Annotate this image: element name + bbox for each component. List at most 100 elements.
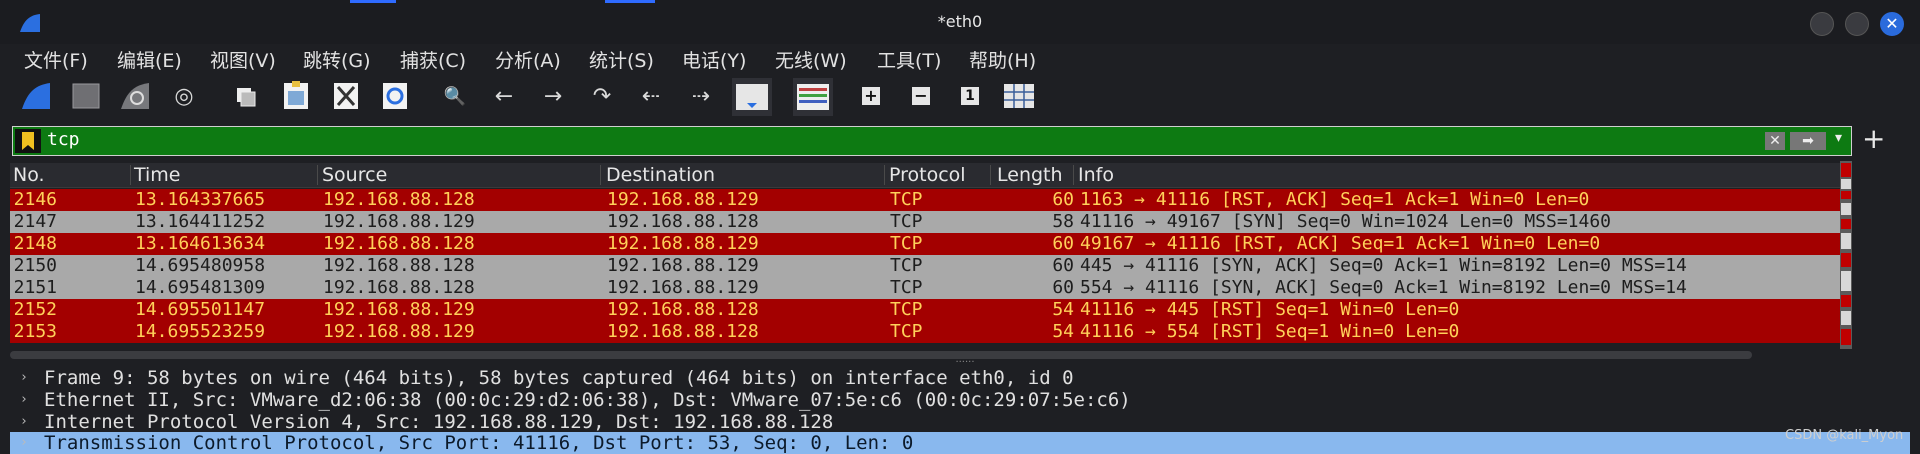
packet-list-horizontal-scrollbar[interactable]: [10, 351, 1752, 359]
detail-frame: Frame 9: 58 bytes on wire (464 bits), 58…: [44, 367, 1074, 389]
reload-file-icon[interactable]: [377, 78, 413, 114]
display-filter-bar: tcp ✕ ➡ ▾: [12, 126, 1852, 156]
minimize-button[interactable]: [1810, 12, 1834, 36]
column-separator[interactable]: [1073, 165, 1074, 185]
packet-row[interactable]: 2153 14.695523259 192.168.88.129 192.168…: [10, 321, 1840, 343]
clear-filter-icon[interactable]: ✕: [1765, 132, 1785, 150]
detail-ipv4: Internet Protocol Version 4, Src: 192.16…: [44, 411, 834, 433]
expand-arrow-icon[interactable]: ›: [20, 411, 28, 433]
expand-arrow-icon[interactable]: ›: [20, 432, 28, 454]
menu-tools[interactable]: 工具(T): [877, 46, 941, 73]
column-header-length[interactable]: Length: [997, 164, 1063, 186]
cell-destination: 192.168.88.128: [607, 321, 759, 342]
menu-capture[interactable]: 捕获(C): [400, 46, 466, 73]
close-button[interactable]: ✕: [1880, 12, 1904, 36]
cell-info: 445 → 41116 [SYN, ACK] Seq=0 Ack=1 Win=8…: [1080, 255, 1687, 276]
title-bar-accent: [350, 0, 396, 3]
packet-row[interactable]: 2152 14.695501147 192.168.88.129 192.168…: [10, 299, 1840, 321]
cell-info: 41116 → 49167 [SYN] Seq=0 Win=1024 Len=0…: [1080, 211, 1612, 232]
packet-row[interactable]: 2147 13.164411252 192.168.88.129 192.168…: [10, 211, 1840, 233]
cell-info: 49167 → 41116 [RST, ACK] Seq=1 Ack=1 Win…: [1080, 233, 1601, 254]
cell-no: 2153: [13, 321, 57, 342]
menu-go[interactable]: 跳转(G): [303, 46, 371, 73]
cell-source: 192.168.88.129: [323, 321, 475, 342]
menu-telephony[interactable]: 电话(Y): [682, 46, 746, 73]
menu-help[interactable]: 帮助(H): [969, 46, 1036, 73]
detail-tcp: Transmission Control Protocol, Src Port:…: [44, 432, 914, 454]
restart-capture-icon[interactable]: [117, 78, 153, 114]
cell-no: 2148: [13, 233, 57, 254]
cell-time: 13.164337665: [135, 189, 266, 210]
cell-protocol: TCP: [890, 189, 923, 210]
bookmark-icon[interactable]: [15, 129, 41, 153]
resize-columns-icon[interactable]: [1001, 78, 1037, 114]
cell-source: 192.168.88.128: [323, 189, 475, 210]
display-filter-input[interactable]: tcp: [47, 129, 80, 150]
stop-capture-icon[interactable]: [68, 78, 104, 114]
column-separator[interactable]: [600, 165, 601, 185]
menu-statistics[interactable]: 统计(S): [589, 46, 654, 73]
menu-edit[interactable]: 编辑(E): [117, 46, 182, 73]
detail-tree-item[interactable]: › Transmission Control Protocol, Src Por…: [10, 432, 1910, 454]
go-back-icon[interactable]: ←: [486, 78, 522, 114]
packet-row[interactable]: 2151 14.695481309 192.168.88.128 192.168…: [10, 277, 1840, 299]
cell-info: 1163 → 41116 [RST, ACK] Seq=1 Ack=1 Win=…: [1080, 189, 1590, 210]
packet-row[interactable]: 2146 13.164337665 192.168.88.128 192.168…: [10, 189, 1840, 211]
apply-filter-icon[interactable]: ➡: [1790, 132, 1826, 150]
cell-source: 192.168.88.128: [323, 277, 475, 298]
menu-analyze[interactable]: 分析(A): [495, 46, 561, 73]
find-packet-icon[interactable]: 🔍: [437, 78, 473, 114]
save-file-icon[interactable]: [278, 78, 314, 114]
add-filter-button-icon[interactable]: +: [1862, 124, 1885, 154]
cell-protocol: TCP: [890, 299, 923, 320]
expand-arrow-icon[interactable]: ›: [20, 367, 28, 389]
menu-file[interactable]: 文件(F): [24, 46, 88, 73]
column-separator[interactable]: [884, 165, 885, 185]
column-header-destination[interactable]: Destination: [606, 164, 715, 186]
detail-tree-item[interactable]: › Internet Protocol Version 4, Src: 192.…: [10, 411, 1910, 433]
detail-tree-item[interactable]: › Ethernet II, Src: VMware_d2:06:38 (00:…: [10, 389, 1910, 411]
cell-time: 13.164411252: [135, 211, 266, 232]
capture-options-icon[interactable]: ◎: [166, 78, 202, 114]
packet-row[interactable]: 2150 14.695480958 192.168.88.128 192.168…: [10, 255, 1840, 277]
maximize-button[interactable]: [1845, 12, 1869, 36]
close-file-icon[interactable]: [328, 78, 364, 114]
cell-time: 13.164613634: [135, 233, 266, 254]
go-to-packet-icon[interactable]: ↷: [584, 78, 620, 114]
filter-history-dropdown-icon[interactable]: ▾: [1835, 130, 1842, 146]
cell-source: 192.168.88.128: [323, 255, 475, 276]
column-separator[interactable]: [317, 165, 318, 185]
open-file-icon[interactable]: [228, 78, 264, 114]
pane-splitter-handle[interactable]: ······: [950, 358, 980, 368]
go-forward-icon[interactable]: →: [535, 78, 571, 114]
window-title: *eth0: [937, 12, 983, 31]
column-header-info[interactable]: Info: [1078, 164, 1114, 186]
first-packet-icon[interactable]: ⇠: [633, 78, 669, 114]
last-packet-icon[interactable]: ⇢: [683, 78, 719, 114]
autoscroll-icon[interactable]: [732, 78, 772, 116]
column-header-no[interactable]: No.: [13, 164, 45, 186]
menu-wireless[interactable]: 无线(W): [775, 46, 847, 73]
cell-protocol: TCP: [890, 255, 923, 276]
cell-length: 60: [1052, 233, 1074, 254]
menu-view[interactable]: 视图(V): [210, 46, 276, 73]
column-separator[interactable]: [130, 165, 131, 185]
zoom-in-icon[interactable]: +: [853, 78, 889, 114]
detail-tree-item[interactable]: › Frame 9: 58 bytes on wire (464 bits), …: [10, 367, 1910, 389]
watermark-text: CSDN @kali_Myon: [1785, 428, 1904, 443]
packet-row[interactable]: 2148 13.164613634 192.168.88.128 192.168…: [10, 233, 1840, 255]
column-separator[interactable]: [990, 165, 991, 185]
packet-list-scrollbar[interactable]: [1840, 161, 1852, 349]
zoom-out-icon[interactable]: −: [903, 78, 939, 114]
title-bar-accent: [605, 0, 655, 3]
expand-arrow-icon[interactable]: ›: [20, 389, 28, 411]
cell-destination: 192.168.88.128: [607, 299, 759, 320]
cell-info: 41116 → 554 [RST] Seq=1 Win=0 Len=0: [1080, 321, 1460, 342]
cell-source: 192.168.88.129: [323, 299, 475, 320]
column-header-protocol[interactable]: Protocol: [889, 164, 966, 186]
start-capture-icon[interactable]: [18, 78, 54, 114]
normal-size-icon[interactable]: 1: [952, 78, 988, 114]
colorize-icon[interactable]: [793, 78, 833, 116]
column-header-time[interactable]: Time: [134, 164, 181, 186]
column-header-source[interactable]: Source: [322, 164, 387, 186]
